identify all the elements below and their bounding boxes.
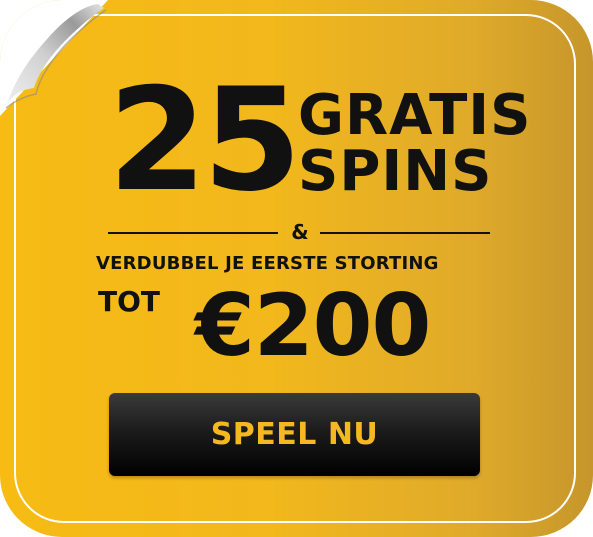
ampersand-divider: & [108,220,490,244]
ampersand: & [291,220,309,244]
headline-spins: SPINS [298,139,493,204]
tot-label: TOT [98,285,161,318]
spins-count: 25 [108,58,302,223]
headline: 25 GRATIS SPINS [108,70,532,212]
play-now-button[interactable]: SPEEL NU [109,393,480,476]
play-now-label: SPEEL NU [210,416,379,452]
deposit-offer-text: VERDUBBEL JE EERSTE STORTING [96,253,439,274]
page-curl-icon [0,0,108,116]
headline-gratis: GRATIS [298,83,532,148]
divider-line-right [320,232,490,234]
divider-line-left [108,232,278,234]
promo-badge: 25 GRATIS SPINS & VERDUBBEL JE EERSTE ST… [0,0,593,537]
bonus-amount: €200 [195,276,431,376]
